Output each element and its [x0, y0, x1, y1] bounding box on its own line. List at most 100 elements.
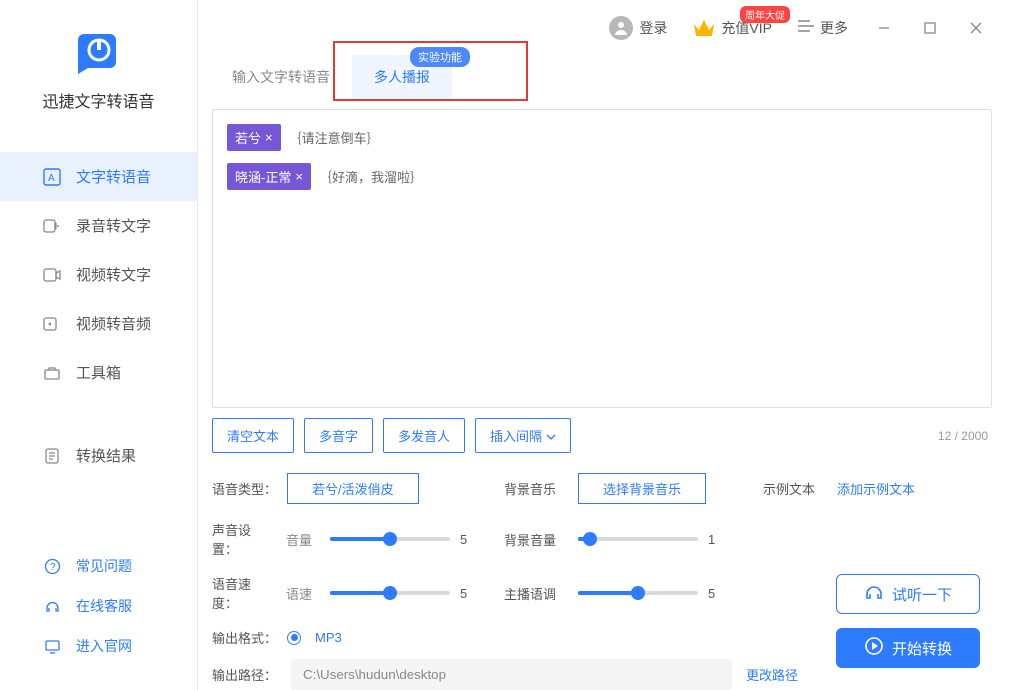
app-logo-icon [76, 28, 122, 74]
video-text-icon [42, 265, 62, 285]
link-support[interactable]: 在线客服 [0, 586, 197, 626]
titlebar: 登录 充值VIP 周年大促 更多 [198, 0, 1010, 55]
speaker-line: 晓涵-正常 × ｛好滴，我溜啦｝ [227, 163, 977, 190]
example-label: 示例文本 [763, 479, 827, 498]
char-count: 12 / 2000 [938, 429, 992, 443]
sidebar-item-toolbox[interactable]: 工具箱 [0, 348, 197, 397]
example-link[interactable]: 添加示例文本 [837, 479, 915, 498]
bg-volume-label: 背景音量 [504, 530, 568, 549]
volume-slider[interactable] [330, 537, 450, 541]
path-input[interactable] [291, 659, 732, 690]
tabs: 输入文字转语音 多人播报 实验功能 [198, 55, 1010, 99]
main: 登录 充值VIP 周年大促 更多 输入文字转语音 多人播报 实验功能 若兮 [198, 0, 1010, 690]
pause-label: 插入间隔 [490, 426, 542, 445]
speaker-name: 若兮 [235, 128, 261, 147]
multi-speaker-button[interactable]: 多发音人 [383, 418, 465, 453]
link-label: 在线客服 [76, 596, 132, 616]
format-radio[interactable] [287, 631, 301, 645]
results-icon [42, 446, 62, 466]
sidebar-item-label: 录音转文字 [76, 215, 151, 236]
convert-button[interactable]: 开始转换 [836, 628, 980, 668]
bgm-label: 背景音乐 [504, 479, 568, 498]
speaker-text: ｛好滴，我溜啦｝ [319, 167, 423, 186]
speed-label: 语速 [286, 584, 320, 603]
speaker-tag[interactable]: 若兮 × [227, 124, 281, 151]
voice-type-select[interactable]: 若兮/活泼俏皮 [287, 473, 419, 504]
link-label: 进入官网 [76, 636, 132, 656]
maximize-button[interactable] [910, 8, 950, 48]
promo-badge: 周年大促 [740, 6, 790, 23]
preview-label: 试听一下 [892, 584, 952, 605]
tab-label: 多人播报 [374, 69, 430, 85]
tab-text-input[interactable]: 输入文字转语音 [210, 55, 352, 99]
volume-row: 声音设置： 音量 5 [212, 520, 474, 558]
sidebar-item-label: 工具箱 [76, 362, 121, 383]
speaker-text: ｛请注意倒车｝ [289, 128, 380, 147]
tab-multi-speaker[interactable]: 多人播报 实验功能 [352, 55, 452, 99]
vip-button[interactable]: 充值VIP 周年大促 [683, 12, 782, 44]
bgm-select[interactable]: 选择背景音乐 [578, 473, 706, 504]
login-label: 登录 [639, 18, 667, 38]
editor[interactable]: 若兮 × ｛请注意倒车｝ 晓涵-正常 × ｛好滴，我溜啦｝ [212, 109, 992, 408]
speaker-line: 若兮 × ｛请注意倒车｝ [227, 124, 977, 151]
editor-controls: 清空文本 多音字 多发音人 插入间隔 12 / 2000 [212, 418, 992, 453]
change-path-link[interactable]: 更改路径 [746, 665, 798, 684]
help-icon: ? [42, 556, 62, 576]
sidebar-item-text-to-speech[interactable]: A 文字转语音 [0, 152, 197, 201]
bg-volume-row: 背景音量 1 [504, 520, 992, 558]
more-button[interactable]: 更多 [788, 12, 858, 44]
sidebar-item-video-to-text[interactable]: 视频转文字 [0, 250, 197, 299]
bg-volume-value: 1 [708, 532, 722, 547]
chevron-down-icon [546, 428, 556, 443]
video-audio-icon [42, 314, 62, 334]
sidebar-item-results[interactable]: 转换结果 [0, 431, 197, 480]
sidebar-item-label: 视频转音频 [76, 313, 151, 334]
format-label: 输出格式： [212, 628, 277, 647]
polyphonic-button[interactable]: 多音字 [304, 418, 373, 453]
sidebar-item-video-to-audio[interactable]: 视频转音频 [0, 299, 197, 348]
link-website[interactable]: 进入官网 [0, 626, 197, 666]
sidebar-item-audio-to-text[interactable]: 录音转文字 [0, 201, 197, 250]
remove-speaker-icon[interactable]: × [265, 130, 273, 145]
pitch-label: 主播语调 [504, 584, 568, 603]
monitor-icon [42, 636, 62, 656]
speed-slider[interactable] [330, 591, 450, 595]
pitch-value: 5 [708, 586, 722, 601]
menu-icon [798, 19, 814, 36]
audio-icon [42, 216, 62, 236]
speaker-name: 晓涵-正常 [235, 167, 291, 186]
volume-label: 音量 [286, 530, 320, 549]
sidebar-item-label: 文字转语音 [76, 166, 151, 187]
path-label: 输出路径： [212, 665, 277, 684]
convert-label: 开始转换 [892, 638, 952, 659]
sound-label: 声音设置： [212, 520, 276, 558]
speaker-tag[interactable]: 晓涵-正常 × [227, 163, 311, 190]
bg-volume-slider[interactable] [578, 537, 698, 541]
nav: A 文字转语音 录音转文字 视频转文字 视频转音频 工具箱 转换结果 [0, 152, 197, 546]
bgm-row: 背景音乐 选择背景音乐 [504, 473, 733, 504]
preview-button[interactable]: 试听一下 [836, 574, 980, 614]
clear-button[interactable]: 清空文本 [212, 418, 294, 453]
link-faq[interactable]: ? 常见问题 [0, 546, 197, 586]
insert-pause-button[interactable]: 插入间隔 [475, 418, 571, 453]
sidebar-item-label: 视频转文字 [76, 264, 151, 285]
login-button[interactable]: 登录 [599, 10, 677, 46]
minimize-button[interactable] [864, 8, 904, 48]
speed-row: 语音速度： 语速 5 [212, 574, 474, 612]
format-row: 输出格式： MP3 [212, 628, 733, 647]
headphones-icon [864, 583, 884, 605]
sidebar-item-label: 转换结果 [76, 445, 136, 466]
app-name: 迅捷文字转语音 [0, 88, 197, 112]
volume-value: 5 [460, 532, 474, 547]
remove-speaker-icon[interactable]: × [295, 169, 303, 184]
toolbox-icon [42, 363, 62, 383]
example-row: 示例文本 添加示例文本 [763, 473, 992, 504]
logo-area: 迅捷文字转语音 [0, 0, 197, 130]
headset-icon [42, 596, 62, 616]
pitch-slider[interactable] [578, 591, 698, 595]
avatar-icon [609, 16, 633, 40]
speed-value: 5 [460, 586, 474, 601]
close-button[interactable] [956, 8, 996, 48]
more-label: 更多 [820, 18, 848, 38]
svg-text:?: ? [50, 562, 56, 573]
